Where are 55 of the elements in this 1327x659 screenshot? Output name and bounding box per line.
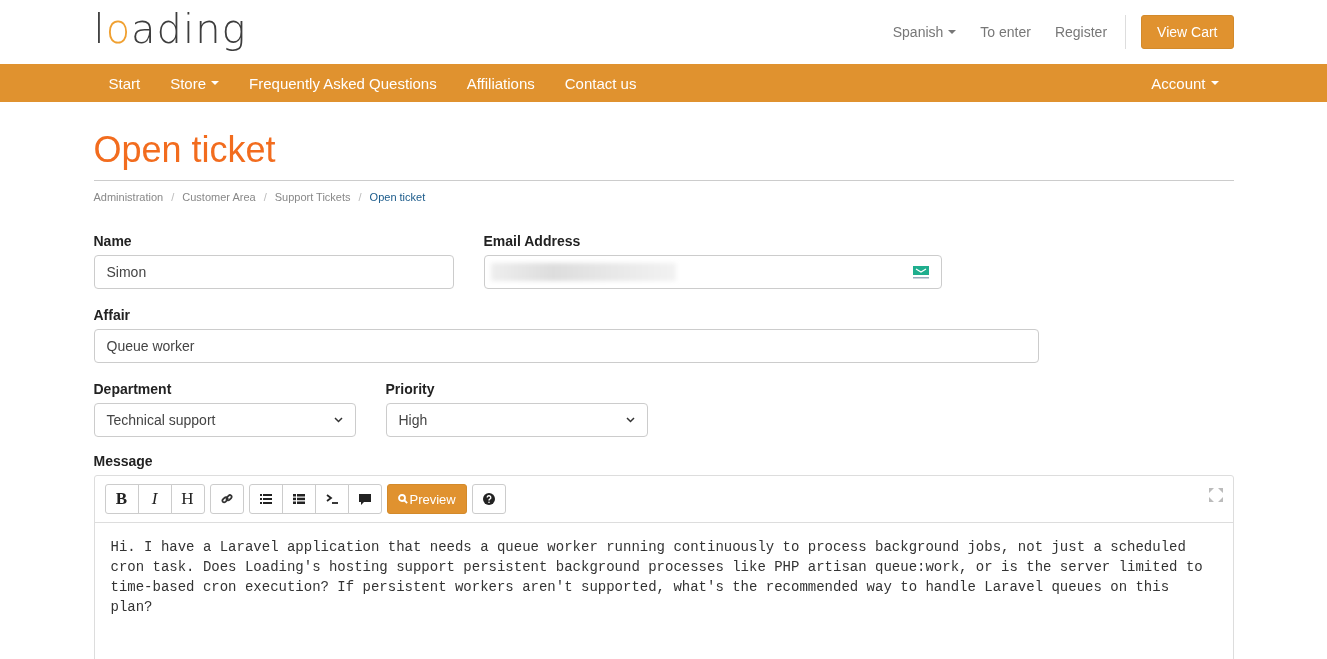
- nav-link[interactable]: Frequently Asked Questions: [234, 74, 452, 92]
- bold-button[interactable]: B: [104, 484, 139, 514]
- nav-link[interactable]: Account: [1136, 74, 1234, 92]
- message-text: Hi. I have a Laravel application that needs a queue worker running continuously to process background jobs, not just a scheduled cron task. Does Loading's hosting support persistent background processes like PHP artisan queue:work, or is the server limited to time-based cron execution? If persistent workers aren't supported, what's the recommended way to handle Laravel queues on this plan?: [109, 538, 1204, 617]
- field-label: Email Address: [483, 233, 582, 249]
- header-link[interactable]: Spanish: [892, 24, 957, 40]
- email-field[interactable]: [483, 255, 942, 289]
- breadcrumb-link[interactable]: Customer Area: [182, 191, 256, 203]
- terminal-icon: [325, 494, 338, 504]
- preview-button[interactable]: Preview: [386, 484, 467, 514]
- toolbar-button[interactable]: [347, 484, 382, 514]
- toolbar-button[interactable]: [314, 484, 349, 514]
- nav-link[interactable]: Affiliations: [451, 74, 550, 92]
- select-field[interactable]: High: [385, 403, 648, 437]
- logo[interactable]: loading: [93, 6, 247, 52]
- page-title: Open ticket: [93, 128, 1234, 181]
- subject-field[interactable]: Queue worker: [93, 329, 1039, 363]
- envelope-icon: [912, 265, 929, 279]
- heading-button[interactable]: H: [170, 484, 205, 514]
- name-field[interactable]: Simon: [93, 255, 454, 289]
- field-label: Priority: [385, 381, 436, 397]
- header-link[interactable]: Register: [1054, 24, 1108, 40]
- chevron-icon: [625, 417, 635, 423]
- speech-bubble-icon: [358, 493, 371, 505]
- breadcrumb-separator: /: [357, 191, 363, 203]
- select-field[interactable]: Technical support: [93, 403, 356, 437]
- caret-icon: [211, 81, 220, 85]
- message-editor[interactable]: [93, 475, 1234, 659]
- field-label: Department: [93, 381, 173, 397]
- breadcrumb-link[interactable]: Administration: [93, 191, 164, 203]
- nav-link[interactable]: Start: [93, 74, 156, 92]
- field-label: Message: [93, 453, 154, 469]
- search-icon: [397, 494, 408, 504]
- link-icon: [220, 493, 233, 505]
- toolbar-button[interactable]: [209, 484, 244, 514]
- caret-icon: [948, 30, 957, 34]
- breadcrumb-separator: /: [262, 191, 268, 203]
- breadcrumb-link[interactable]: Open ticket: [369, 191, 426, 203]
- breadcrumb-separator: /: [170, 191, 176, 203]
- chevron-icon: [333, 417, 343, 423]
- breadcrumb-link[interactable]: Support Tickets: [274, 191, 351, 203]
- caret-icon: [1210, 81, 1219, 85]
- italic-button[interactable]: I: [137, 484, 172, 514]
- toolbar-button[interactable]: [281, 484, 316, 514]
- toolbar-button[interactable]: [471, 484, 506, 514]
- field-label: Name: [93, 233, 133, 249]
- nav-link[interactable]: Contact us: [549, 74, 652, 92]
- list-icon: [259, 494, 272, 504]
- list-icon: [292, 494, 305, 504]
- toolbar-button[interactable]: [248, 484, 283, 514]
- field-label: Affair: [93, 307, 132, 323]
- header-link[interactable]: To enter: [980, 24, 1031, 40]
- help-icon: [482, 493, 495, 505]
- nav-link[interactable]: Store: [155, 74, 235, 92]
- view-cart-button[interactable]: View Cart: [1141, 15, 1234, 49]
